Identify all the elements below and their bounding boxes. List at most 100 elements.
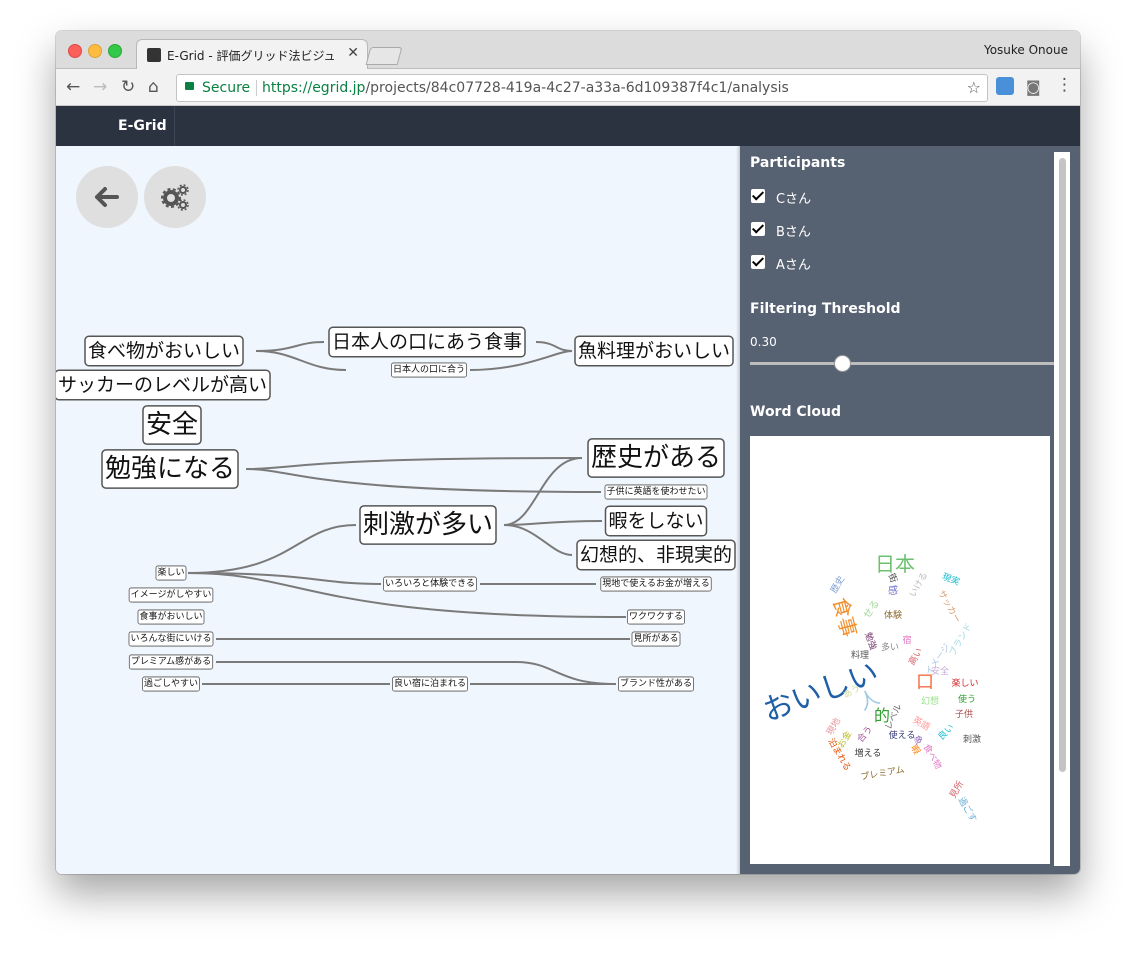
grid-node-label: ワクワクする: [629, 611, 683, 622]
maximize-window-button[interactable]: [108, 44, 122, 58]
grid-node[interactable]: 良い宿に泊まれる: [392, 676, 468, 692]
back-icon[interactable]: ←: [66, 77, 80, 97]
word-cloud-word: 歴史: [828, 574, 847, 596]
grid-node-label: 日本人の口にあう食事: [332, 331, 522, 353]
word-cloud-word: 宿: [902, 634, 911, 646]
url-path: /projects/84c07728-419a-4c27-a33a-6d1093…: [365, 80, 789, 96]
edge: [503, 524, 573, 556]
participants-heading: Participants: [750, 155, 846, 171]
url-scheme: https://: [262, 80, 313, 96]
new-tab-button[interactable]: [365, 47, 403, 65]
bookmark-star-icon[interactable]: ☆: [967, 78, 981, 97]
word-cloud-word: 現実: [941, 570, 962, 587]
grid-node[interactable]: 食べ物がおいしい: [84, 335, 244, 367]
word-cloud-word: せる: [861, 598, 882, 621]
browser-menu-icon[interactable]: ⋮: [1056, 75, 1073, 95]
participant-label-a[interactable]: Aさん: [776, 254, 811, 273]
grid-node[interactable]: 過ごしやすい: [142, 676, 200, 692]
grid-node-label: イメージがしやすい: [131, 588, 212, 600]
tab-bar: E-Grid - 評価グリッド法ビジュ ✕ Yosuke Onoue: [56, 31, 1080, 70]
grid-node[interactable]: 安全: [142, 405, 202, 445]
close-tab-icon[interactable]: ✕: [347, 45, 359, 61]
threshold-slider-thumb[interactable]: [833, 355, 851, 372]
grid-node-label: サッカーのレベルが高い: [58, 374, 267, 396]
grid-node[interactable]: 暇をしない: [604, 505, 708, 537]
word-cloud-word: 高い: [906, 646, 925, 668]
browser-window: E-Grid - 評価グリッド法ビジュ ✕ Yosuke Onoue ← → ↻…: [56, 31, 1080, 874]
close-window-button[interactable]: [68, 44, 82, 58]
grid-node[interactable]: 歴史がある: [587, 438, 725, 478]
word-cloud-svg: 日本食事おいしい人口的歴史せる感街体験いける 現実サッカーブランドイメージ料理勉強…: [758, 552, 981, 824]
threshold-slider[interactable]: [750, 362, 1055, 365]
participant-label-c[interactable]: Cさん: [776, 188, 811, 207]
minimize-window-button[interactable]: [88, 44, 102, 58]
favicon-icon: [147, 48, 161, 62]
word-cloud-word: 合う: [854, 723, 875, 745]
word-cloud-word: ブランド: [946, 621, 974, 658]
grid-node-label: 楽しい: [157, 566, 184, 578]
participant-checkbox-b[interactable]: [751, 222, 765, 236]
word-cloud-word: 感: [888, 584, 898, 597]
grid-node[interactable]: 楽しい: [155, 565, 187, 581]
forward-icon[interactable]: →: [93, 77, 107, 97]
grid-node[interactable]: いろんな街にいける: [128, 631, 214, 647]
sidebar-scrollbar-thumb[interactable]: [1059, 158, 1066, 772]
edge: [535, 341, 573, 352]
grid-node-label: プレミアム感がある: [131, 655, 211, 667]
grid-node-label: 見所がある: [633, 632, 678, 644]
tab-egrid[interactable]: E-Grid - 評価グリッド法ビジュ ✕: [136, 39, 368, 70]
grid-node[interactable]: 見所がある: [631, 631, 681, 647]
grid-node[interactable]: 食事がおいしい: [137, 609, 205, 625]
grid-node[interactable]: プレミアム感がある: [128, 654, 214, 670]
network-canvas[interactable]: 食べ物がおいしい 日本人の口にあう食事 魚料理がおいしい日本人の口に合うサッカーのレ…: [56, 146, 740, 874]
analysis-sidebar: Participants Cさん Bさん Aさん Filtering Thres…: [740, 146, 1080, 874]
grid-node-label: 良い宿に泊まれる: [394, 677, 466, 689]
grid-node-label: ブランド性がある: [620, 677, 692, 689]
word-cloud-word: サッカー: [935, 588, 963, 625]
extension-icon[interactable]: [996, 77, 1014, 95]
edge: [503, 520, 603, 526]
grid-node[interactable]: サッカーのレベルが高い: [56, 369, 271, 401]
grid-node[interactable]: 幻想的、非現実的: [576, 539, 736, 571]
grid-node[interactable]: いろいろと体験できる: [383, 576, 477, 592]
word-cloud-word: 現地: [824, 716, 843, 738]
word-cloud-word: 食べ物: [921, 742, 945, 771]
camera-icon[interactable]: ◙: [1026, 78, 1041, 96]
home-icon[interactable]: ⌂: [148, 77, 159, 97]
navbar-divider: [174, 106, 175, 146]
grid-node[interactable]: 刺激が多い: [359, 505, 497, 545]
grid-node-label: 現地で使えるお金が増える: [602, 577, 709, 589]
grid-node-label: 魚料理がおいしい: [578, 340, 730, 362]
grid-node[interactable]: 現地で使えるお金が増える: [600, 576, 712, 592]
participant-label-b[interactable]: Bさん: [776, 221, 811, 240]
grid-node-label: いろんな街にいける: [130, 632, 211, 644]
grid-node[interactable]: イメージがしやすい: [128, 587, 214, 603]
profile-name[interactable]: Yosuke Onoue: [984, 43, 1068, 57]
word-cloud-word: 増える: [855, 747, 882, 759]
grid-node-label: 勉強になる: [105, 454, 235, 484]
word-cloud-word: 多い: [881, 641, 899, 653]
grid-graph: 食べ物がおいしい 日本人の口にあう食事 魚料理がおいしい日本人の口に合うサッカーのレ…: [56, 326, 736, 692]
grid-node[interactable]: ワクワクする: [627, 609, 685, 625]
secure-label: Secure: [202, 80, 251, 96]
grid-node[interactable]: 勉強になる: [101, 449, 239, 489]
grid-node[interactable]: 日本人の口にあう食事: [328, 326, 526, 358]
word-cloud: 日本 食事 おいしい人口的歴史 せる感街体験 いける 現実 サッカー ブランド イメージ 料理 勉強…: [750, 436, 1050, 864]
word-cloud-word: 勉強: [862, 630, 879, 651]
reload-icon[interactable]: ↻: [121, 77, 135, 97]
edge: [187, 524, 357, 574]
grid-node-label: 暇をしない: [608, 510, 703, 532]
grid-node-label: 子供に英語を使わせたい: [606, 485, 705, 497]
grid-node[interactable]: ブランド性がある: [618, 676, 694, 692]
brand-logo[interactable]: E-Grid: [118, 118, 167, 134]
grid-node[interactable]: 魚料理がおいしい: [574, 335, 734, 367]
address-bar[interactable]: Secure https://egrid.jp/projects/84c0772…: [176, 74, 988, 102]
participant-checkbox-a[interactable]: [751, 255, 765, 269]
grid-node-label: 刺激が多い: [363, 510, 493, 540]
threshold-heading: Filtering Threshold: [750, 301, 901, 317]
tab-title: E-Grid - 評価グリッド法ビジュ: [167, 49, 336, 63]
grid-node[interactable]: 日本人の口に合う: [391, 362, 467, 378]
participant-checkbox-c[interactable]: [751, 189, 765, 203]
word-cloud-word: 子供: [955, 708, 973, 720]
grid-node[interactable]: 子供に英語を使わせたい: [604, 484, 708, 500]
